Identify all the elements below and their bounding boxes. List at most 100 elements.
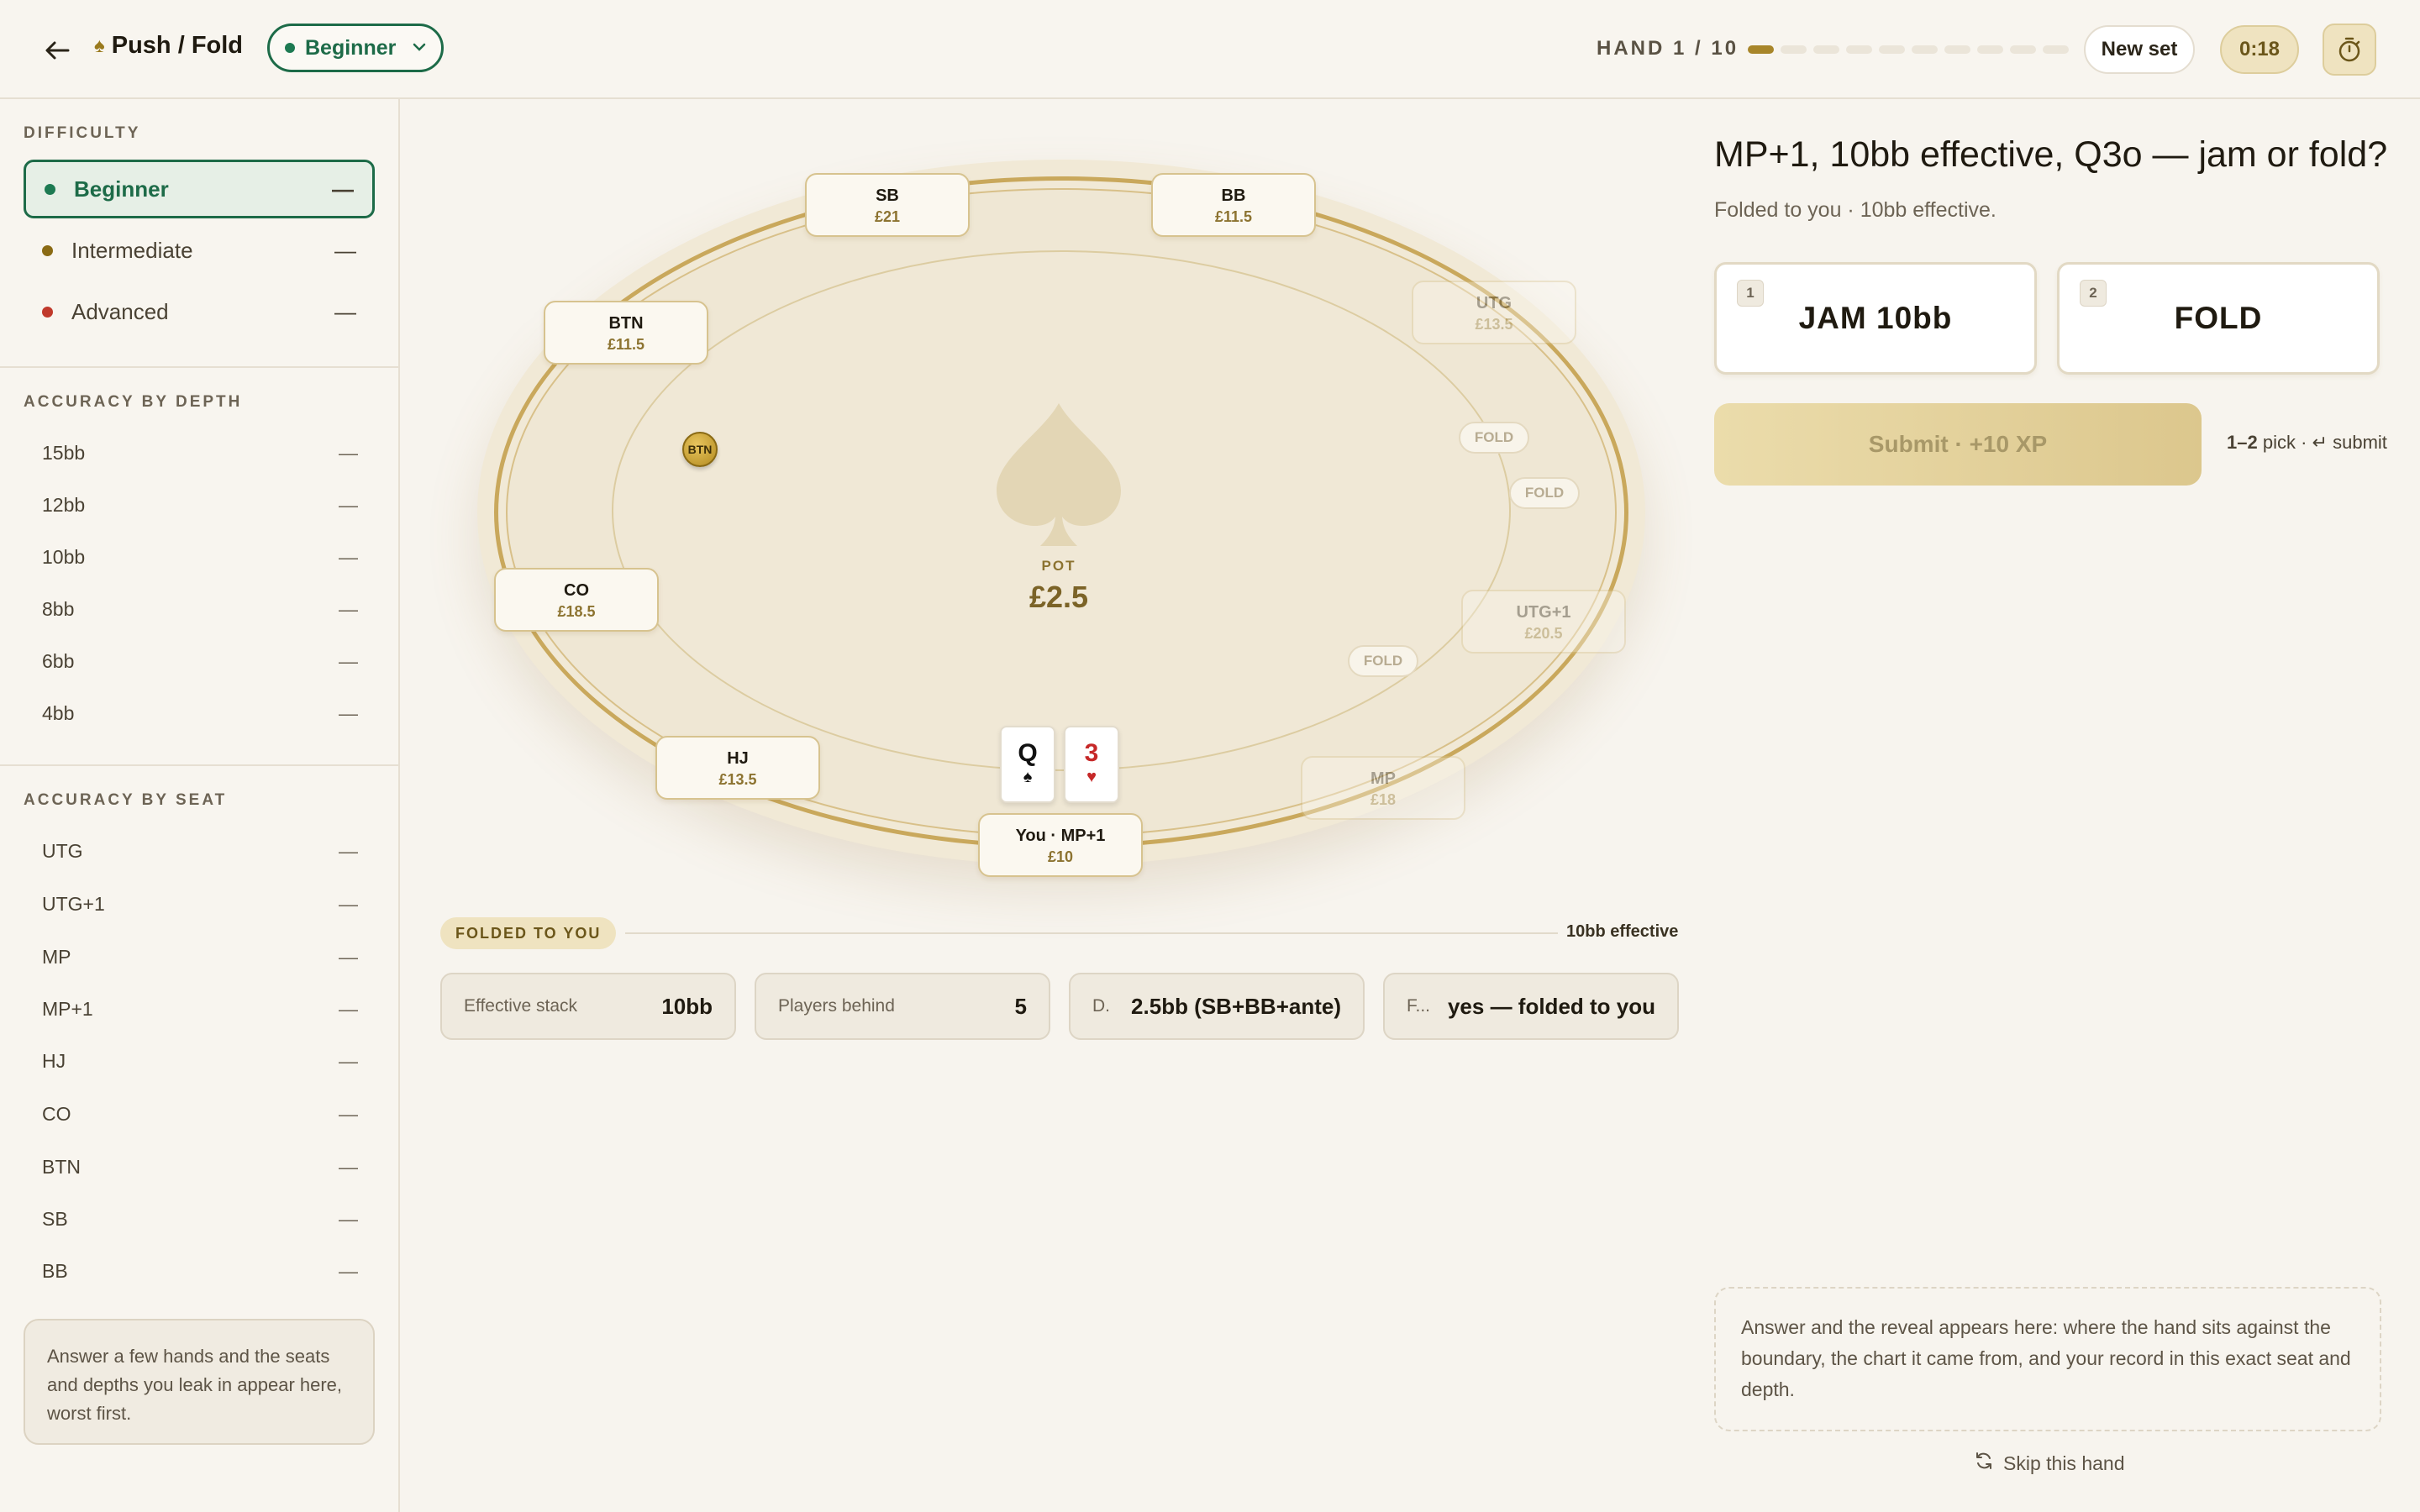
jam-button[interactable]: 1 JAM 10bb <box>1714 262 2037 375</box>
seat-name: CO <box>564 581 589 600</box>
refresh-icon <box>1975 1452 1993 1475</box>
seat-label: UTG <box>42 840 83 862</box>
seat-utg: UTG £13.5 <box>1412 281 1576 344</box>
stat-dead-money: D. 2.5bb (SB+BB+ante) <box>1069 973 1365 1040</box>
seat-label: BB <box>42 1260 68 1282</box>
hotkey-badge: 1 <box>1737 280 1764 307</box>
seat-sb: SB £21 <box>805 173 970 237</box>
seat-heading: ACCURACY BY SEAT <box>24 791 228 809</box>
chevron-down-icon <box>413 40 426 55</box>
depth-row: 12bb — <box>42 494 358 517</box>
stats-sidebar: DIFFICULTY Beginner — Intermediate — Adv… <box>0 99 400 1512</box>
seat-mp: MP £18 <box>1301 756 1465 820</box>
difficulty-item-label: Advanced <box>71 298 169 324</box>
seat-name: MP <box>1370 769 1396 788</box>
card-rank: Q <box>1018 739 1038 767</box>
fold-tag-utg1: FOLD <box>1509 477 1580 509</box>
stat-label: Players behind <box>778 996 895 1016</box>
skip-hand-link[interactable]: Skip this hand <box>1975 1452 2124 1475</box>
seat-stack: £20.5 <box>1524 625 1563 642</box>
new-set-button[interactable]: New set <box>2084 25 2195 74</box>
difficulty-item-label: Intermediate <box>71 237 193 263</box>
stat-value: 2.5bb (SB+BB+ante) <box>1131 993 1341 1019</box>
depth-row: 6bb — <box>42 650 358 673</box>
difficulty-dot <box>285 43 295 53</box>
depth-value: — <box>339 702 358 724</box>
choice-label: FOLD <box>2174 301 2263 335</box>
timer-display: 0:18 <box>2220 25 2299 74</box>
progress-segment <box>1846 45 1872 54</box>
seat-name: UTG+1 <box>1516 603 1571 622</box>
fold-button[interactable]: 2 FOLD <box>2057 262 2380 375</box>
hint-submit: submit <box>2333 432 2387 453</box>
seat-label: SB <box>42 1208 68 1230</box>
seat-name: HJ <box>727 749 749 768</box>
depth-label: 6bb <box>42 650 75 672</box>
stat-folded-to: F... yes — folded to you <box>1383 973 1679 1040</box>
difficulty-dropdown-label: Beginner <box>305 35 397 60</box>
enter-key-icon: ↵ <box>2312 432 2328 453</box>
hint-keys: 1–2 <box>2227 432 2258 453</box>
seat-label: HJ <box>42 1050 66 1072</box>
progress-segment <box>2010 45 2036 54</box>
difficulty-heading: DIFFICULTY <box>24 124 141 142</box>
seat-value: — <box>339 998 358 1020</box>
seat-hj: HJ £13.5 <box>655 736 820 800</box>
depth-label: 15bb <box>42 442 86 464</box>
progress-segment <box>1944 45 1970 54</box>
stat-players-behind: Players behind 5 <box>755 973 1050 1040</box>
app-title-text: Push / Fold <box>111 32 244 59</box>
depth-value: — <box>339 650 358 672</box>
divider <box>0 764 398 766</box>
spade-watermark-icon <box>992 400 1126 555</box>
seat-stack: £18 <box>1370 791 1397 808</box>
seat-stack: £10 <box>1047 848 1074 865</box>
seat-value: — <box>339 1156 358 1178</box>
depth-label: 4bb <box>42 702 75 724</box>
depth-heading: ACCURACY BY DEPTH <box>24 393 243 411</box>
seat-value: — <box>339 1260 358 1282</box>
progress-segment <box>2043 45 2069 54</box>
skip-label: Skip this hand <box>2003 1452 2125 1474</box>
difficulty-item-label: Beginner <box>74 176 169 202</box>
seat-label: MP <box>42 946 71 968</box>
seat-stack: £21 <box>874 208 901 225</box>
stopwatch-icon[interactable] <box>2323 24 2376 76</box>
difficulty-item-beginner[interactable]: Beginner — <box>24 160 375 218</box>
depth-label: 8bb <box>42 598 75 620</box>
seat-value: — <box>339 1208 358 1230</box>
dealer-button-chip: BTN <box>682 432 718 467</box>
difficulty-dropdown[interactable]: Beginner <box>267 24 444 72</box>
fold-tag-mp: FOLD <box>1348 645 1418 677</box>
context-effective: 10bb effective <box>1566 922 1679 941</box>
depth-label: 12bb <box>42 494 86 516</box>
hero-card: Q ♠ <box>1000 726 1055 803</box>
stat-value: yes — folded to you <box>1447 993 1655 1019</box>
seat-value: — <box>339 840 358 862</box>
seat-stack: £13.5 <box>718 771 757 788</box>
choice-label: JAM 10bb <box>1798 301 1953 335</box>
difficulty-item-intermediate[interactable]: Intermediate — <box>24 221 375 280</box>
depth-value: — <box>339 546 358 568</box>
back-arrow-icon[interactable] <box>42 35 72 66</box>
seat-name: BB <box>1221 186 1246 205</box>
progress-segment <box>1781 45 1807 54</box>
depth-value: — <box>339 598 358 620</box>
hint-pick: pick · <box>2262 432 2307 453</box>
top-bar: ♠ Push / Fold Beginner HAND 1 / 10 New s… <box>0 0 2420 99</box>
seat-row: BTN — <box>42 1156 358 1179</box>
submit-button[interactable]: Submit · +10 XP <box>1714 403 2202 486</box>
fold-tag-utg: FOLD <box>1459 422 1529 454</box>
depth-value: — <box>339 442 358 464</box>
seat-label: BTN <box>42 1156 81 1178</box>
seat-row: HJ — <box>42 1050 358 1073</box>
question-subtitle: Folded to you · 10bb effective. <box>1714 198 1996 222</box>
seat-row: MP — <box>42 946 358 969</box>
seat-row: SB — <box>42 1208 358 1231</box>
depth-value: — <box>339 494 358 516</box>
leak-note: Answer a few hands and the seats and dep… <box>24 1319 375 1445</box>
difficulty-item-advanced[interactable]: Advanced — <box>24 282 375 341</box>
pot-value: £2.5 <box>1028 580 1089 614</box>
progress-segment <box>1879 45 1905 54</box>
keyboard-hint: 1–2 pick · ↵ submit <box>2227 432 2387 454</box>
